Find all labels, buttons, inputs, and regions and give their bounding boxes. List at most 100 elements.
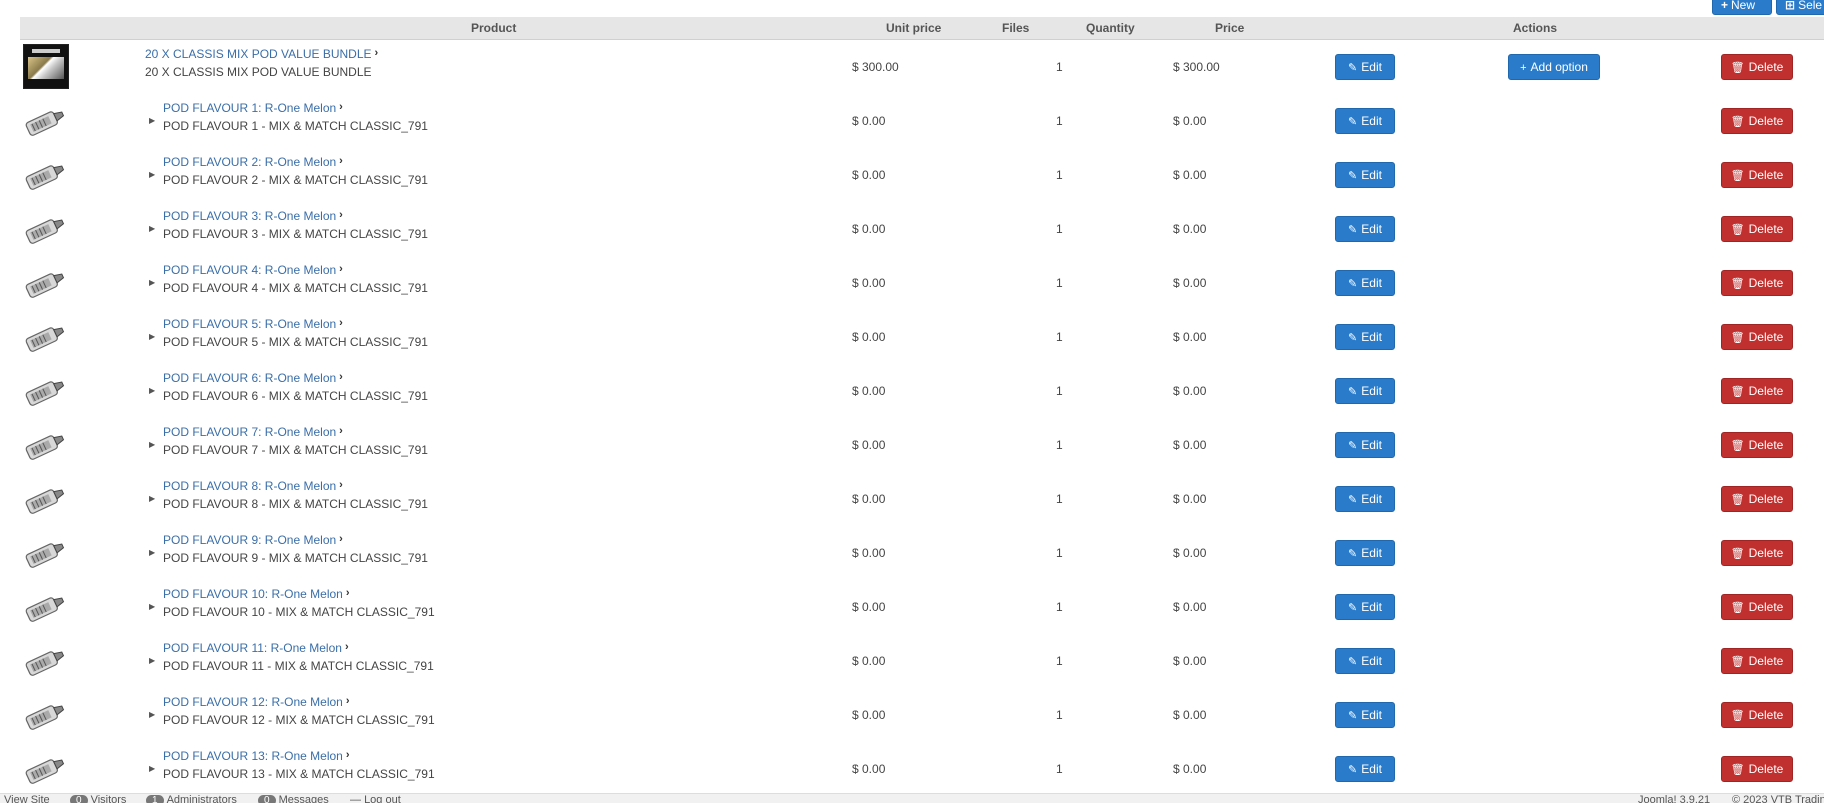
caret-right-icon[interactable]: ▶ xyxy=(149,116,155,125)
caret-right-icon[interactable]: ▶ xyxy=(149,440,155,449)
edit-button[interactable]: ✎ Edit xyxy=(1335,594,1395,620)
product-title-link[interactable]: POD FLAVOUR 3: R-One Melon › xyxy=(163,209,343,223)
product-subtitle: POD FLAVOUR 12 - MIX & MATCH CLASSIC_791 xyxy=(163,713,435,727)
price-cell: $ 0.00 xyxy=(1173,600,1207,614)
chevron-right-icon: › xyxy=(344,641,349,653)
pencil-icon: ✎ xyxy=(1348,116,1358,128)
quantity-cell: 1 xyxy=(1056,222,1063,236)
product-subtitle: POD FLAVOUR 4 - MIX & MATCH CLASSIC_791 xyxy=(163,281,428,295)
edit-button[interactable]: ✎ Edit xyxy=(1335,378,1395,404)
edit-button[interactable]: ✎ Edit xyxy=(1335,648,1395,674)
logout-link[interactable]: — Log out xyxy=(350,794,401,803)
quantity-cell: 1 xyxy=(1056,438,1063,452)
delete-button[interactable]: 🗑 Delete xyxy=(1721,162,1793,188)
product-thumbnail xyxy=(23,213,67,245)
unit-price-cell: $ 0.00 xyxy=(852,276,886,290)
copyright-text: © 2023 VTB Trading xyxy=(1732,794,1824,803)
quantity-cell: 1 xyxy=(1056,168,1063,182)
chevron-right-icon: › xyxy=(339,263,343,275)
delete-button[interactable]: 🗑 Delete xyxy=(1721,324,1793,350)
table-row: ▶ POD FLAVOUR 4: R-One Melon › POD FLAVOU… xyxy=(0,256,1824,310)
edit-button[interactable]: ✎ Edit xyxy=(1335,216,1395,242)
product-title-link[interactable]: POD FLAVOUR 9: R-One Melon › xyxy=(163,533,343,547)
delete-button[interactable]: 🗑 Delete xyxy=(1721,540,1793,566)
caret-right-icon[interactable]: ▶ xyxy=(149,386,155,395)
caret-right-icon[interactable]: ▶ xyxy=(149,332,155,341)
add-option-button[interactable]: + Add option xyxy=(1508,54,1600,80)
product-title-link[interactable]: POD FLAVOUR 10: R-One Melon › xyxy=(163,587,350,601)
delete-button[interactable]: 🗑 Delete xyxy=(1721,270,1793,296)
pencil-icon: ✎ xyxy=(1348,548,1358,560)
edit-button[interactable]: ✎ Edit xyxy=(1335,702,1395,728)
edit-button[interactable]: ✎ Edit xyxy=(1335,162,1395,188)
delete-button[interactable]: 🗑 Delete xyxy=(1721,216,1793,242)
edit-button[interactable]: ✎ Edit xyxy=(1335,108,1395,134)
edit-button[interactable]: ✎ Edit xyxy=(1335,432,1395,458)
status-bar: View Site 0 Visitors 1 Administrators 0 Mes… xyxy=(0,793,1824,803)
edit-button[interactable]: ✎ Edit xyxy=(1335,540,1395,566)
delete-button[interactable]: 🗑 Delete xyxy=(1721,432,1793,458)
chevron-right-icon: › xyxy=(339,533,343,545)
product-thumbnail xyxy=(23,537,67,569)
chevron-right-icon: › xyxy=(374,47,379,59)
caret-right-icon[interactable]: ▶ xyxy=(149,710,155,719)
caret-right-icon[interactable]: ▶ xyxy=(149,656,155,665)
product-title-link[interactable]: POD FLAVOUR 7: R-One Melon › xyxy=(163,425,343,439)
product-title-link[interactable]: POD FLAVOUR 2: R-One Melon › xyxy=(163,155,343,169)
delete-button[interactable]: 🗑 Delete xyxy=(1721,702,1793,728)
product-subtitle: POD FLAVOUR 1 - MIX & MATCH CLASSIC_791 xyxy=(163,119,428,133)
product-title-link[interactable]: POD FLAVOUR 12: R-One Melon › xyxy=(163,695,350,709)
select-button[interactable]: ⊞ Sele xyxy=(1776,0,1824,15)
delete-button[interactable]: 🗑 Delete xyxy=(1721,378,1793,404)
pencil-icon: ✎ xyxy=(1348,494,1358,506)
edit-button[interactable]: ✎ Edit xyxy=(1335,270,1395,296)
caret-right-icon[interactable]: ▶ xyxy=(149,602,155,611)
quantity-cell: 1 xyxy=(1056,492,1063,506)
unit-price-cell: $ 300.00 xyxy=(852,60,899,74)
unit-price-cell: $ 0.00 xyxy=(852,654,886,668)
price-cell: $ 0.00 xyxy=(1173,762,1207,776)
product-title-link[interactable]: POD FLAVOUR 6: R-One Melon › xyxy=(163,371,343,385)
delete-button[interactable]: 🗑 Delete xyxy=(1721,594,1793,620)
new-button[interactable]: + New xyxy=(1712,0,1772,15)
messages-count-badge: 0 xyxy=(258,795,276,803)
view-site-link[interactable]: View Site xyxy=(4,794,50,803)
delete-button[interactable]: 🗑 Delete xyxy=(1721,756,1793,782)
minus-icon: — xyxy=(350,794,365,803)
product-title-link[interactable]: POD FLAVOUR 5: R-One Melon › xyxy=(163,317,343,331)
edit-button[interactable]: ✎ Edit xyxy=(1335,756,1395,782)
edit-button[interactable]: ✎ Edit xyxy=(1335,54,1395,80)
edit-button[interactable]: ✎ Edit xyxy=(1335,324,1395,350)
product-thumbnail xyxy=(23,44,69,89)
caret-right-icon[interactable]: ▶ xyxy=(149,494,155,503)
product-thumbnail xyxy=(23,483,67,515)
delete-button[interactable]: 🗑 Delete xyxy=(1721,54,1793,80)
product-title-link[interactable]: POD FLAVOUR 11: R-One Melon › xyxy=(163,641,349,655)
delete-button[interactable]: 🗑 Delete xyxy=(1721,486,1793,512)
delete-button[interactable]: 🗑 Delete xyxy=(1721,108,1793,134)
quantity-cell: 1 xyxy=(1056,762,1063,776)
edit-button[interactable]: ✎ Edit xyxy=(1335,486,1395,512)
delete-button[interactable]: 🗑 Delete xyxy=(1721,648,1793,674)
trash-icon: 🗑 xyxy=(1730,170,1745,182)
unit-price-cell: $ 0.00 xyxy=(852,114,886,128)
unit-price-cell: $ 0.00 xyxy=(852,708,886,722)
caret-right-icon[interactable]: ▶ xyxy=(149,764,155,773)
header-product: Product xyxy=(471,21,517,35)
header-unit-price: Unit price xyxy=(886,21,942,35)
chevron-right-icon: › xyxy=(339,155,343,167)
caret-right-icon[interactable]: ▶ xyxy=(149,548,155,557)
product-subtitle: POD FLAVOUR 5 - MIX & MATCH CLASSIC_791 xyxy=(163,335,428,349)
product-title-link[interactable]: POD FLAVOUR 1: R-One Melon › xyxy=(163,101,343,115)
product-title-link[interactable]: POD FLAVOUR 4: R-One Melon › xyxy=(163,263,343,277)
chevron-right-icon: › xyxy=(339,101,343,113)
product-title-link[interactable]: 20 X CLASSIS MIX POD VALUE BUNDLE › xyxy=(145,47,378,61)
product-subtitle: POD FLAVOUR 3 - MIX & MATCH CLASSIC_791 xyxy=(163,227,428,241)
caret-right-icon[interactable]: ▶ xyxy=(149,224,155,233)
caret-right-icon[interactable]: ▶ xyxy=(149,170,155,179)
caret-right-icon[interactable]: ▶ xyxy=(149,278,155,287)
product-title-link[interactable]: POD FLAVOUR 13: R-One Melon › xyxy=(163,749,350,763)
price-cell: $ 0.00 xyxy=(1173,438,1207,452)
product-title-link[interactable]: POD FLAVOUR 8: R-One Melon › xyxy=(163,479,343,493)
plus-icon: + xyxy=(1721,0,1729,12)
